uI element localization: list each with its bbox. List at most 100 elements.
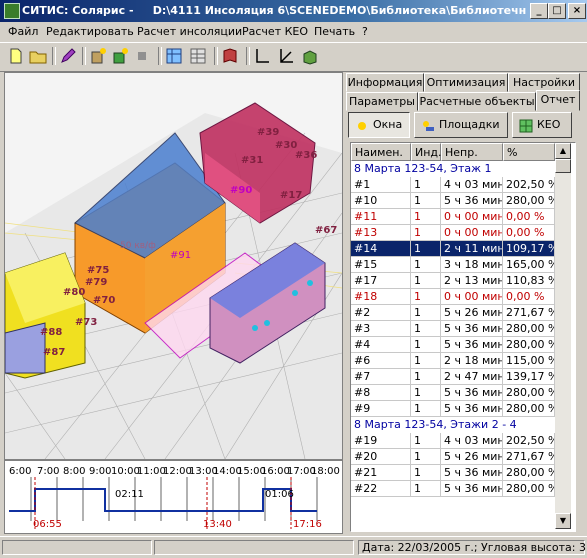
tab-info[interactable]: Информация [346,73,424,92]
col-name[interactable]: Наимен. [351,143,411,161]
table-group-row[interactable]: 8 Марта 123-54, Этажи 2 - 4 [351,417,555,433]
app-icon [4,3,20,19]
grid-view-icon[interactable] [164,46,184,66]
table-row[interactable]: #2 1 5 ч 26 мин 271,67 % [351,305,555,321]
table-row[interactable]: #15 1 3 ч 18 мин 165,00 % [351,257,555,273]
col-index[interactable]: Инд. [411,143,442,161]
table-row[interactable]: #11 1 0 ч 00 мин 0,00 % [351,209,555,225]
cell-percent: 202,50 % [503,433,555,448]
time-mid: 13:40 [203,519,232,530]
cell-percent: 165,00 % [503,257,555,272]
calc-insolation-icon[interactable] [88,46,108,66]
menu-file[interactable]: Файл [8,25,38,38]
maximize-button[interactable]: □ [548,3,566,19]
subtab-windows[interactable]: Окна [348,112,410,138]
tab-optimization[interactable]: Оптимизация [424,73,508,92]
cell-percent: 202,50 % [503,177,555,192]
hour-8: 8:00 [63,466,85,477]
tab-report[interactable]: Отчет [536,90,580,111]
label-91: #91 [170,250,191,261]
cell-name: #21 [351,465,411,480]
cell-name: #4 [351,337,411,352]
cell-index: 1 [411,241,441,256]
table-row[interactable]: #14 1 2 ч 11 мин 109,17 % [351,241,555,257]
table-row[interactable]: #21 1 5 ч 36 мин 280,00 % [351,465,555,481]
cell-percent: 271,67 % [503,305,555,320]
book-icon[interactable] [220,46,240,66]
table-row[interactable]: #7 1 2 ч 47 мин 139,17 % [351,369,555,385]
label-36: #36 [295,150,317,161]
table-row[interactable]: #1 1 4 ч 03 мин 202,50 % [351,177,555,193]
table-row[interactable]: #4 1 5 ч 36 мин 280,00 % [351,337,555,353]
scroll-down-icon[interactable]: ▼ [555,513,571,529]
subtab-areas[interactable]: Площадки [414,112,508,138]
toolbar [0,42,587,72]
table-row[interactable]: #3 1 5 ч 36 мин 280,00 % [351,321,555,337]
col-duration[interactable]: Непр. [441,143,503,161]
cell-percent: 280,00 % [503,321,555,336]
cell-duration: 5 ч 36 мин [441,401,503,416]
label-70: #70 [93,295,115,306]
axis-slope-icon[interactable] [276,46,296,66]
table-view-icon[interactable] [188,46,208,66]
hour-16: 16:00 [261,466,290,477]
cell-duration: 2 ч 18 мин [441,353,503,368]
hour-9: 9:00 [89,466,111,477]
axis-angle-icon[interactable] [252,46,272,66]
table-row[interactable]: #8 1 5 ч 36 мин 280,00 % [351,385,555,401]
sun-timeline[interactable]: 6:00 7:00 8:00 9:00 10:00 11:00 12:00 13… [4,460,343,534]
table-row[interactable]: #18 1 0 ч 00 мин 0,00 % [351,289,555,305]
scroll-up-icon[interactable]: ▲ [555,143,571,159]
cell-index: 1 [411,369,441,384]
calc-building-icon[interactable] [110,46,130,66]
table-row[interactable]: #13 1 0 ч 00 мин 0,00 % [351,225,555,241]
cell-index: 1 [411,465,441,480]
cell-name: #11 [351,209,411,224]
close-button[interactable]: × [568,3,586,19]
cell-name: #18 [351,289,411,304]
cell-duration: 0 ч 00 мин [441,209,503,224]
menu-print[interactable]: Печать [314,25,355,38]
table-group-row[interactable]: 8 Марта 123-54, Этаж 1 [351,161,555,177]
tab-parameters[interactable]: Параметры [346,92,418,111]
menu-edit[interactable]: Редактировать [46,25,134,38]
cell-percent: 0,00 % [503,225,555,240]
minimize-button[interactable]: _ [530,3,548,19]
table-scrollbar[interactable]: ▲ ▼ [555,143,571,529]
cell-index: 1 [411,353,441,368]
cell-name: #2 [351,305,411,320]
menu-insolation[interactable]: Расчет инсоляции [137,25,242,38]
new-file-icon[interactable] [6,46,26,66]
cell-index: 1 [411,209,441,224]
cell-name: #13 [351,225,411,240]
table-row[interactable]: #9 1 5 ч 36 мин 280,00 % [351,401,555,417]
stop-icon[interactable] [132,46,152,66]
table-row[interactable]: #22 1 5 ч 36 мин 280,00 % [351,481,555,497]
subtab-keo[interactable]: КЕО [512,112,572,138]
cell-name: #3 [351,321,411,336]
menu-help[interactable]: ? [362,25,368,38]
cell-percent: 280,00 % [503,481,555,496]
scene-3d-view[interactable]: 50 кв/ф #91 #39 #30 #36 #31 #17 #90 #67 … [4,72,343,460]
table-row[interactable]: #6 1 2 ч 18 мин 115,00 % [351,353,555,369]
label-75: #75 [87,265,109,276]
cell-percent: 280,00 % [503,401,555,416]
menu-keo[interactable]: Расчет КЕО [242,25,308,38]
title-bar: СИТИС: Солярис - D:\4111 Инсоляция 6\SCE… [0,0,587,22]
cell-index: 1 [411,177,441,192]
table-row[interactable]: #17 1 2 ч 13 мин 110,83 % [351,273,555,289]
col-percent[interactable]: % [503,143,555,161]
table-row[interactable]: #10 1 5 ч 36 мин 280,00 % [351,193,555,209]
cell-name: #7 [351,369,411,384]
cell-percent: 280,00 % [503,193,555,208]
tab-calc-objects[interactable]: Расчетные объекты [418,92,536,111]
table-row[interactable]: #19 1 4 ч 03 мин 202,50 % [351,433,555,449]
cell-name: #15 [351,257,411,272]
report-table[interactable]: Наимен. Инд. Непр. % 8 Марта 123-54, Эта… [350,142,576,532]
scroll-thumb[interactable] [555,159,571,173]
table-row[interactable]: #20 1 5 ч 26 мин 271,67 % [351,449,555,465]
pencil-icon[interactable] [58,46,78,66]
cell-index: 1 [411,321,441,336]
open-folder-icon[interactable] [28,46,48,66]
building-3d-icon[interactable] [300,46,320,66]
